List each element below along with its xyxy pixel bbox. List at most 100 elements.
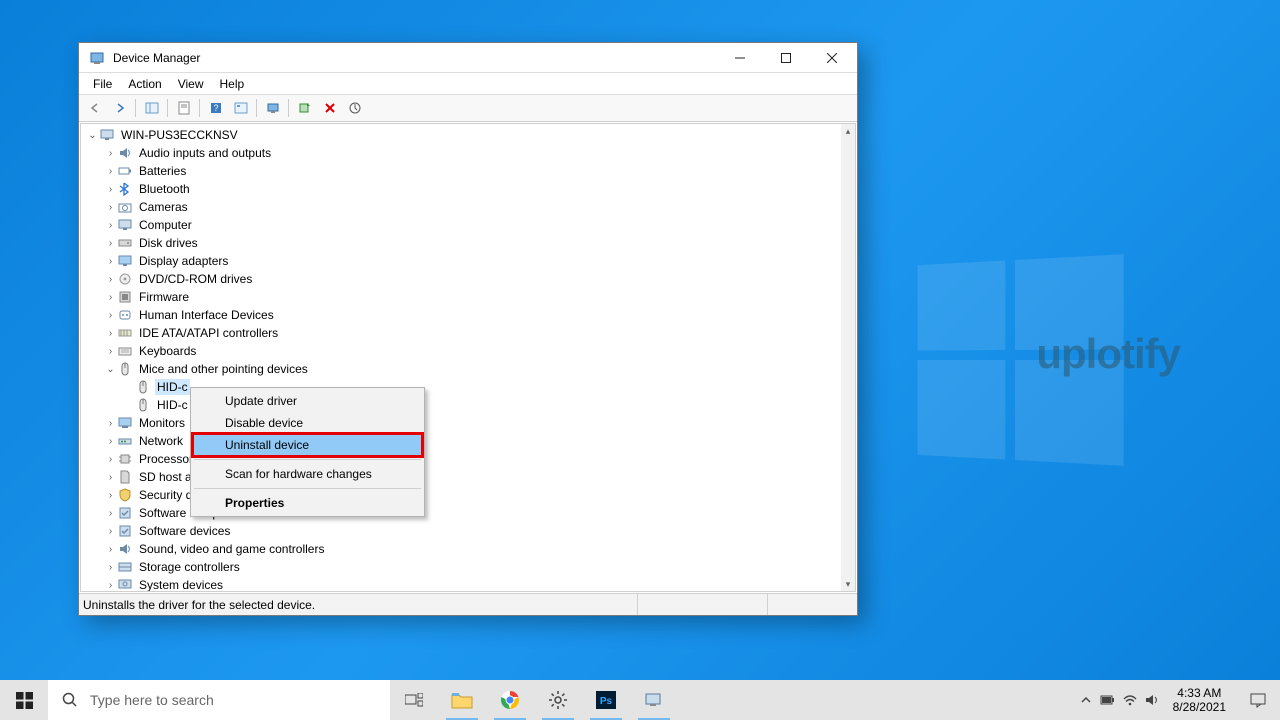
- menu-action[interactable]: Action: [120, 75, 169, 93]
- tree-category[interactable]: ›Keyboards: [81, 342, 841, 360]
- tree-category[interactable]: › Audio inputs and outputs: [81, 144, 841, 162]
- taskbar-file-explorer[interactable]: [438, 680, 486, 720]
- window-title: Device Manager: [113, 51, 717, 65]
- tree-category[interactable]: ›Display adapters: [81, 252, 841, 270]
- menu-file[interactable]: File: [85, 75, 120, 93]
- uninstall-button[interactable]: [318, 97, 341, 119]
- expand-icon[interactable]: ›: [105, 202, 116, 213]
- task-view-button[interactable]: [390, 680, 438, 720]
- tray-power-icon[interactable]: [1097, 680, 1119, 720]
- scroll-up-icon[interactable]: ▴: [841, 124, 855, 138]
- tree-category[interactable]: ›Computer: [81, 216, 841, 234]
- expand-icon[interactable]: ›: [105, 346, 116, 357]
- taskbar-chrome[interactable]: [486, 680, 534, 720]
- keyboard-icon: [117, 343, 133, 359]
- expand-icon[interactable]: ›: [105, 508, 116, 519]
- show-hide-tree-button[interactable]: [140, 97, 163, 119]
- expand-icon[interactable]: ›: [105, 310, 116, 321]
- expand-icon[interactable]: ›: [105, 274, 116, 285]
- context-menu-item[interactable]: Properties: [193, 492, 422, 514]
- tree-category[interactable]: ›IDE ATA/ATAPI controllers: [81, 324, 841, 342]
- tray-wifi-icon[interactable]: [1119, 680, 1141, 720]
- tree-category-label: SD host a: [137, 469, 194, 485]
- expand-icon[interactable]: ›: [105, 292, 116, 303]
- search-icon: [62, 692, 78, 708]
- expand-icon[interactable]: ›: [105, 490, 116, 501]
- tree-category-label: System devices: [137, 577, 225, 591]
- collapse-icon[interactable]: ⌄: [87, 130, 98, 141]
- context-menu-item[interactable]: Scan for hardware changes: [193, 463, 422, 485]
- tree-category[interactable]: ›Disk drives: [81, 234, 841, 252]
- watermark-text: uplotify: [1036, 330, 1180, 378]
- expand-icon[interactable]: ›: [105, 418, 116, 429]
- status-text: Uninstalls the driver for the selected d…: [83, 598, 637, 612]
- expand-icon[interactable]: ›: [105, 166, 116, 177]
- security-icon: [117, 487, 133, 503]
- scan-button[interactable]: [343, 97, 366, 119]
- device-tree[interactable]: ⌄WIN-PUS3ECCKNSV › Audio inputs and output…: [81, 124, 841, 591]
- tree-category-label: Monitors: [137, 415, 187, 431]
- tree-category[interactable]: ›Bluetooth: [81, 180, 841, 198]
- tree-category-label: Software devices: [137, 523, 232, 539]
- taskbar-settings[interactable]: [534, 680, 582, 720]
- context-menu-item[interactable]: Uninstall device: [193, 434, 422, 456]
- update-driver-button[interactable]: [261, 97, 284, 119]
- hid-icon: [117, 307, 133, 323]
- expand-icon[interactable]: ⌄: [105, 364, 116, 375]
- tree-root[interactable]: ⌄WIN-PUS3ECCKNSV: [81, 126, 841, 144]
- forward-button[interactable]: [108, 97, 131, 119]
- tree-category-label: Audio inputs and outputs: [137, 145, 273, 161]
- minimize-button[interactable]: [717, 43, 763, 73]
- search-box[interactable]: Type here to search: [48, 680, 390, 720]
- maximize-button[interactable]: [763, 43, 809, 73]
- action-button[interactable]: [229, 97, 252, 119]
- tree-category[interactable]: ›Sound, video and game controllers: [81, 540, 841, 558]
- camera-icon: [117, 199, 133, 215]
- expand-icon[interactable]: ›: [105, 544, 116, 555]
- mouse-icon: [117, 361, 133, 377]
- tray-chevron-up-icon[interactable]: [1075, 680, 1097, 720]
- systray: 4:33 AM 8/28/2021: [1075, 680, 1280, 720]
- tree-category[interactable]: › Software devices: [81, 522, 841, 540]
- tree-category[interactable]: › System devices: [81, 576, 841, 591]
- start-button[interactable]: [0, 680, 48, 720]
- menu-help[interactable]: Help: [212, 75, 253, 93]
- back-button[interactable]: [83, 97, 106, 119]
- tree-category[interactable]: ›Storage controllers: [81, 558, 841, 576]
- expand-icon[interactable]: ›: [105, 328, 116, 339]
- context-menu-item[interactable]: Disable device: [193, 412, 422, 434]
- expand-icon[interactable]: ›: [105, 454, 116, 465]
- help-button[interactable]: ?: [204, 97, 227, 119]
- app-icon: [89, 50, 105, 66]
- notification-button[interactable]: [1236, 680, 1280, 720]
- tree-category[interactable]: ›Human Interface Devices: [81, 306, 841, 324]
- clock[interactable]: 4:33 AM 8/28/2021: [1163, 686, 1236, 714]
- tree-category[interactable]: ›DVD/CD-ROM drives: [81, 270, 841, 288]
- expand-icon[interactable]: ›: [105, 580, 116, 591]
- expand-icon[interactable]: ›: [105, 256, 116, 267]
- close-button[interactable]: [809, 43, 855, 73]
- tray-volume-icon[interactable]: [1141, 680, 1163, 720]
- tree-category[interactable]: ›Batteries: [81, 162, 841, 180]
- scrollbar[interactable]: ▴ ▾: [841, 124, 855, 591]
- taskbar-photoshop[interactable]: Ps: [582, 680, 630, 720]
- context-menu-item[interactable]: Update driver: [193, 390, 422, 412]
- tree-category[interactable]: ⌄Mice and other pointing devices: [81, 360, 841, 378]
- enable-button[interactable]: [293, 97, 316, 119]
- expand-icon[interactable]: ›: [105, 238, 116, 249]
- bluetooth-icon: [117, 181, 133, 197]
- expand-icon[interactable]: ›: [105, 526, 116, 537]
- expand-icon[interactable]: ›: [105, 184, 116, 195]
- cpu-icon: [117, 451, 133, 467]
- expand-icon[interactable]: ›: [105, 220, 116, 231]
- expand-icon[interactable]: ›: [105, 148, 116, 159]
- menu-view[interactable]: View: [170, 75, 212, 93]
- properties-button[interactable]: [172, 97, 195, 119]
- tree-category[interactable]: ›Firmware: [81, 288, 841, 306]
- expand-icon[interactable]: ›: [105, 436, 116, 447]
- taskbar-device-manager[interactable]: [630, 680, 678, 720]
- scroll-down-icon[interactable]: ▾: [841, 577, 855, 591]
- expand-icon[interactable]: ›: [105, 562, 116, 573]
- expand-icon[interactable]: ›: [105, 472, 116, 483]
- tree-category[interactable]: ›Cameras: [81, 198, 841, 216]
